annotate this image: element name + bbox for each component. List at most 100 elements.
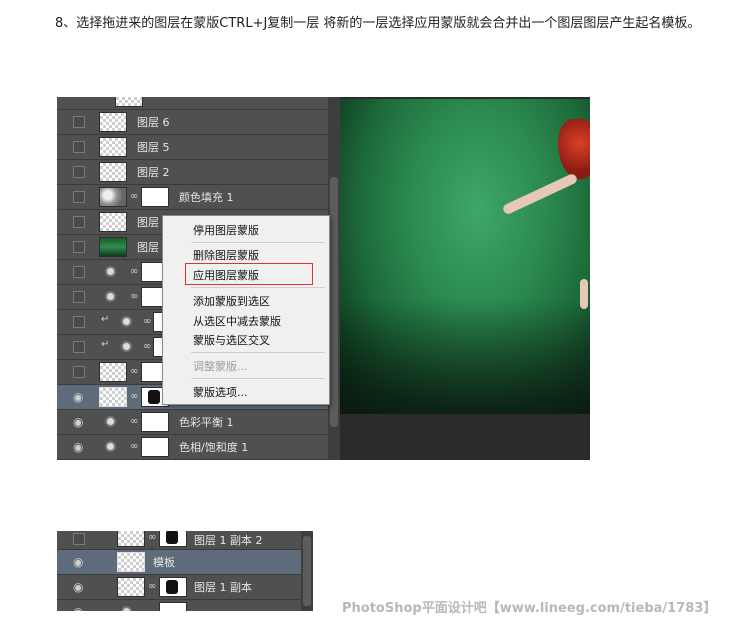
layer-row-copy2[interactable]: ∞ 图层 1 副本 2 <box>57 531 313 550</box>
red-highlight-box <box>185 263 313 285</box>
canvas-area[interactable] <box>340 97 590 460</box>
visibility-toggle[interactable] <box>73 291 85 303</box>
layer-name: 图层 <box>137 216 159 229</box>
scroll-thumb[interactable] <box>303 536 311 606</box>
chain-link-icon[interactable]: ∞ <box>148 531 156 545</box>
chain-link-icon[interactable]: ∞ <box>130 190 138 204</box>
layer-row-template-selected[interactable]: ◉ 模板 <box>57 550 313 575</box>
adjustment-icon <box>121 606 132 611</box>
layer-row-hue-saturation[interactable]: ◉ ∞ 色相/饱和度 1 <box>57 435 340 460</box>
layer-row-top-partial[interactable] <box>57 97 340 110</box>
menu-separator <box>191 287 325 288</box>
mask-thumbnail[interactable] <box>141 187 169 207</box>
chain-link-icon[interactable]: ∞ <box>130 365 138 379</box>
visibility-toggle[interactable] <box>73 316 85 328</box>
context-menu: 停用图层蒙版 删除图层蒙版 应用图层蒙版 添加蒙版到选区 从选区中减去蒙版 蒙版… <box>162 215 330 405</box>
eye-icon[interactable]: ◉ <box>73 580 87 594</box>
layer-row-layer2[interactable]: 图层 2 <box>57 160 340 185</box>
photoshop-screenshot-2: ∞ 图层 1 副本 2 ◉ 模板 ◉ ∞ 图层 1 副本 ◉ <box>57 531 313 611</box>
layer-thumbnail <box>99 112 127 132</box>
adjustment-icon <box>105 441 116 452</box>
menu-separator <box>191 242 325 243</box>
layer-thumbnail <box>117 552 145 572</box>
layer-name: 色相/饱和度 1 <box>179 441 249 454</box>
menu-separator <box>191 378 325 379</box>
canvas-image <box>340 99 590 414</box>
adjustment-icon <box>105 266 116 277</box>
figure-leg <box>580 279 588 309</box>
menu-item-refine-mask: 调整蒙版... <box>193 360 248 373</box>
mask-thumbnail[interactable] <box>159 602 187 611</box>
layer-thumbnail <box>117 577 145 597</box>
chain-link-icon[interactable]: ∞ <box>143 315 151 329</box>
mask-thumbnail[interactable] <box>159 531 187 547</box>
chain-link-icon[interactable]: ∞ <box>130 415 138 429</box>
layer-name: 图层 6 <box>137 116 170 129</box>
layer-row-partial[interactable]: ◉ <box>57 600 313 611</box>
layer-thumbnail <box>99 187 127 207</box>
chain-link-icon[interactable]: ∞ <box>130 390 138 404</box>
visibility-toggle[interactable] <box>73 266 85 278</box>
eye-icon[interactable]: ◉ <box>73 390 87 404</box>
adjustment-icon <box>121 316 132 327</box>
eye-icon[interactable]: ◉ <box>73 415 87 429</box>
chain-link-icon[interactable]: ∞ <box>130 440 138 454</box>
menu-item-add-mask-to-selection[interactable]: 添加蒙版到选区 <box>193 293 270 309</box>
menu-item-delete-mask[interactable]: 删除图层蒙版 <box>193 247 259 263</box>
chain-link-icon[interactable]: ∞ <box>143 340 151 354</box>
layer-thumbnail <box>115 97 143 107</box>
scroll-thumb[interactable] <box>330 177 338 427</box>
chain-link-icon[interactable]: ∞ <box>130 265 138 279</box>
visibility-toggle[interactable] <box>73 116 85 128</box>
chain-link-icon[interactable]: ∞ <box>130 290 138 304</box>
eye-icon[interactable]: ◉ <box>73 440 87 454</box>
visibility-toggle[interactable] <box>73 341 85 353</box>
figure-arm <box>501 172 579 216</box>
layer-row-color-balance[interactable]: ◉ ∞ 色彩平衡 1 <box>57 410 340 435</box>
layer-name: 图层 1 副本 2 <box>194 534 263 547</box>
visibility-toggle[interactable] <box>73 141 85 153</box>
layer-name: 图层 5 <box>137 141 170 154</box>
eye-icon[interactable]: ◉ <box>73 605 87 611</box>
layer-name: 色彩平衡 1 <box>179 416 234 429</box>
menu-item-intersect-mask[interactable]: 蒙版与选区交叉 <box>193 332 270 348</box>
layer-thumbnail <box>99 137 127 157</box>
visibility-toggle[interactable] <box>73 366 85 378</box>
menu-item-mask-options[interactable]: 蒙版选项... <box>193 384 248 400</box>
layer-thumbnail <box>99 212 127 232</box>
menu-separator <box>191 352 325 353</box>
clip-arrow-icon: ↵ <box>101 339 110 350</box>
layer-row-color-fill[interactable]: ∞ 颜色填充 1 <box>57 185 340 210</box>
layer-name: 颜色填充 1 <box>179 191 234 204</box>
watermark-text: PhotoShop平面设计吧【www.lineeg.com/tieba/1783… <box>342 601 717 616</box>
layer-thumbnail <box>99 162 127 182</box>
adjustment-icon <box>105 291 116 302</box>
adjustment-icon <box>121 341 132 352</box>
layers-scrollbar[interactable] <box>301 531 313 611</box>
layer-row-copy[interactable]: ◉ ∞ 图层 1 副本 <box>57 575 313 600</box>
clip-arrow-icon: ↵ <box>101 314 110 325</box>
layer-row-layer5[interactable]: 图层 5 <box>57 135 340 160</box>
layer-thumbnail <box>99 237 127 257</box>
visibility-toggle[interactable] <box>73 241 85 253</box>
eye-icon[interactable]: ◉ <box>73 555 87 569</box>
chain-link-icon[interactable]: ∞ <box>148 580 156 594</box>
layer-thumbnail <box>99 362 127 382</box>
mask-thumbnail[interactable] <box>159 577 187 597</box>
visibility-toggle[interactable] <box>73 216 85 228</box>
visibility-toggle[interactable] <box>73 191 85 203</box>
fog-overlay <box>340 299 590 414</box>
visibility-toggle[interactable] <box>73 533 85 545</box>
visibility-toggle[interactable] <box>73 166 85 178</box>
layer-row-layer6[interactable]: 图层 6 <box>57 110 340 135</box>
layer-name: 图层 <box>137 241 159 254</box>
instruction-text: 8、选择拖进来的图层在蒙版CTRL+J复制一层 将新的一层选择应用蒙版就会合并出… <box>55 16 701 31</box>
mask-thumbnail[interactable] <box>141 437 169 457</box>
layer-thumbnail <box>117 531 145 547</box>
menu-item-disable-mask[interactable]: 停用图层蒙版 <box>193 222 259 238</box>
figure-hair <box>558 119 590 179</box>
layer-name: 模板 <box>153 556 175 569</box>
layer-thumbnail <box>99 387 127 407</box>
mask-thumbnail[interactable] <box>141 412 169 432</box>
menu-item-subtract-mask[interactable]: 从选区中减去蒙版 <box>193 313 281 329</box>
